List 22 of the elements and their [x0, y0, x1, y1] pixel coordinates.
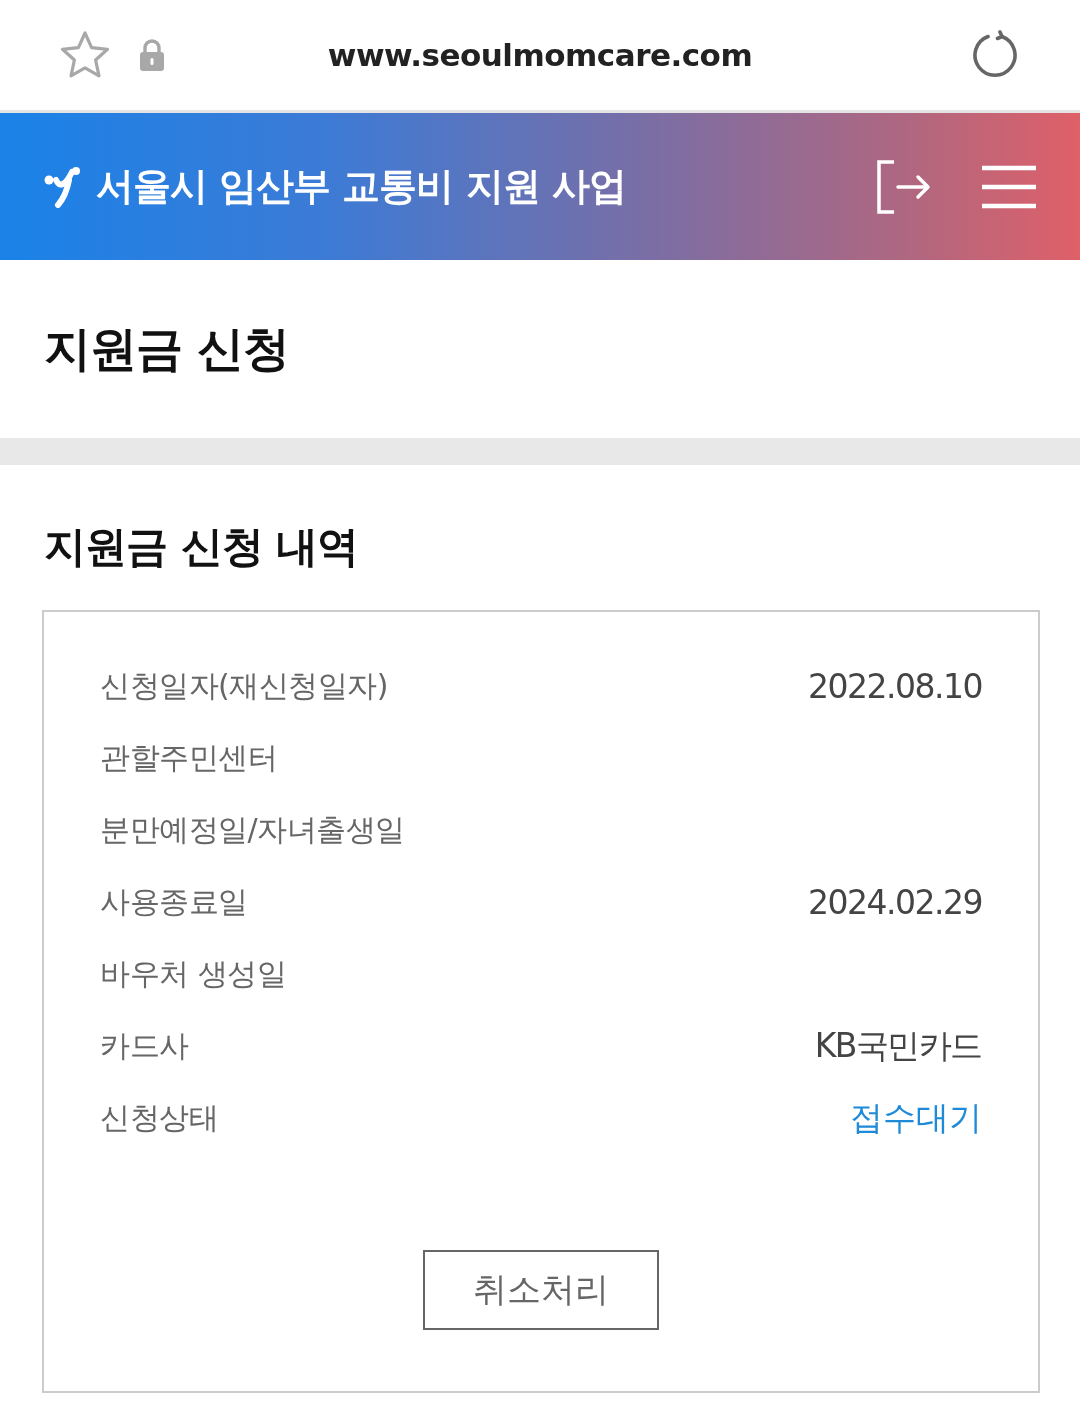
field-label: 사용종료일 [100, 882, 248, 921]
site-title[interactable]: 서울시 임산부 교통비 지원 사업 [96, 161, 626, 212]
field-value: 2024.02.29 [808, 882, 982, 922]
lock-icon [139, 39, 165, 71]
field-label: 관할주민센터 [100, 738, 277, 777]
reload-icon[interactable] [970, 30, 1020, 80]
field-label: 신청상태 [100, 1098, 218, 1137]
field-value: KB국민카드 [814, 1024, 982, 1067]
field-label: 카드사 [100, 1026, 189, 1065]
logo-icon [42, 165, 82, 208]
page-title: 지원금 신청 [44, 319, 290, 378]
field-label: 신청일자(재신청일자) [100, 666, 388, 705]
star-icon[interactable] [59, 30, 111, 80]
menu-icon[interactable] [982, 164, 1036, 209]
field-label: 바우처 생성일 [100, 954, 287, 993]
field-label: 분만예정일/자녀출생일 [100, 810, 405, 849]
url-text[interactable]: www.seoulmomcare.com [327, 37, 753, 73]
section-title: 지원금 신청 내역 [44, 521, 359, 573]
field-value: 2022.08.10 [808, 666, 982, 706]
status-value: 접수대기 [850, 1096, 982, 1139]
cancel-button[interactable]: 취소처리 [423, 1250, 659, 1330]
logout-icon[interactable] [876, 159, 932, 214]
